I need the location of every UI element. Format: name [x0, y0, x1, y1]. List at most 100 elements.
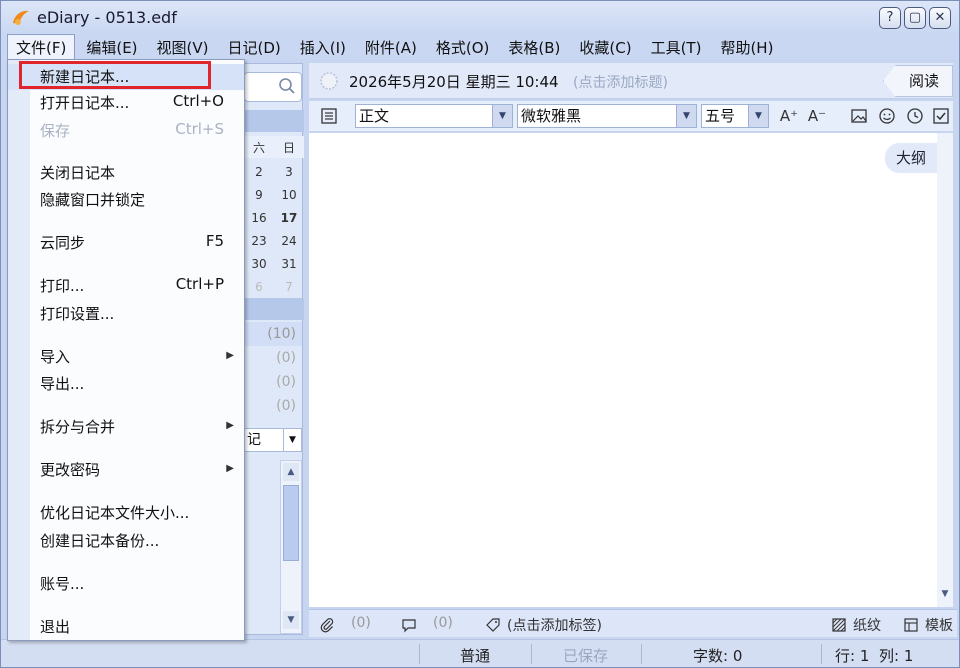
paragraph-style-value: 正文: [359, 107, 390, 125]
paragraph-style-select[interactable]: 正文 ▼: [355, 104, 513, 128]
editor-scrollbar[interactable]: [937, 133, 953, 607]
menu-tools[interactable]: 工具(T): [643, 35, 710, 60]
menu-item-hide-lock[interactable]: 隐藏窗口并锁定: [8, 187, 244, 213]
menu-attachment[interactable]: 附件(A): [357, 35, 425, 60]
edit-mode-status: 普通: [460, 647, 491, 665]
menu-table[interactable]: 表格(B): [500, 35, 568, 60]
menu-item-label: 创建日记本备份...: [40, 532, 160, 550]
menu-item-account[interactable]: 账号...: [8, 571, 244, 597]
menu-item-print[interactable]: 打印... Ctrl+P: [8, 273, 244, 299]
calendar-day[interactable]: 30: [244, 257, 274, 271]
menu-item-label: 打开日记本...: [40, 94, 130, 112]
paragraph-list-icon[interactable]: [319, 106, 339, 126]
chevron-down-icon[interactable]: ▼: [492, 105, 512, 127]
font-increase-icon[interactable]: A⁺: [779, 106, 799, 126]
menu-item-label: 隐藏窗口并锁定: [40, 191, 146, 209]
menu-item-change-password[interactable]: 更改密码 ▶: [8, 457, 244, 483]
template-button[interactable]: 模板: [925, 615, 953, 635]
menu-item-exit[interactable]: 退出: [8, 614, 244, 640]
menu-edit[interactable]: 编辑(E): [78, 35, 145, 60]
calendar-day[interactable]: 2: [244, 165, 274, 179]
chevron-down-icon[interactable]: ▼: [283, 429, 301, 451]
weekday-sat: 六: [252, 141, 265, 155]
scroll-down-icon[interactable]: ▼: [283, 611, 299, 629]
tag-icon[interactable]: [485, 617, 501, 633]
chevron-down-icon[interactable]: ▼: [676, 105, 696, 127]
menu-item-create-backup[interactable]: 创建日记本备份...: [8, 528, 244, 554]
menu-item-label: 账号...: [40, 575, 85, 593]
entry-footer: (0) (0) (点击添加标签) 纸纹 模板: [309, 609, 957, 637]
scroll-down-icon[interactable]: ▼: [939, 589, 951, 605]
menu-diary[interactable]: 日记(D): [220, 35, 289, 60]
list-item-count[interactable]: (10): [244, 322, 302, 346]
font-family-select[interactable]: 微软雅黑 ▼: [517, 104, 697, 128]
calendar-day-next-month[interactable]: 6: [244, 280, 274, 294]
calendar-day-today[interactable]: 17: [274, 211, 304, 225]
scroll-up-icon[interactable]: ▲: [283, 463, 299, 481]
diary-editor[interactable]: [309, 133, 937, 607]
menu-item-shortcut: Ctrl+O: [172, 92, 224, 110]
weekday-sun: 日: [282, 141, 295, 155]
font-size-select[interactable]: 五号 ▼: [701, 104, 769, 128]
menu-item-save[interactable]: 保存 Ctrl+S: [8, 118, 244, 144]
column-status: 列: 1: [879, 647, 914, 665]
title-bar: eDiary - 0513.edf ? ▢ ✕: [1, 1, 959, 35]
menu-item-cloud-sync[interactable]: 云同步 F5: [8, 230, 244, 256]
paper-texture-button[interactable]: 纸纹: [853, 615, 881, 635]
diary-select[interactable]: 记 ▼: [244, 428, 302, 452]
left-scrollbar[interactable]: ▲ ▼: [280, 460, 302, 634]
calendar-day[interactable]: 10: [274, 188, 304, 202]
help-button[interactable]: ?: [879, 7, 901, 29]
list-item-count[interactable]: (0): [244, 394, 302, 418]
font-decrease-icon[interactable]: A⁻: [807, 106, 827, 126]
menu-format[interactable]: 格式(O): [428, 35, 498, 60]
search-icon[interactable]: [278, 77, 296, 95]
menu-item-optimize-size[interactable]: 优化日记本文件大小...: [8, 500, 244, 526]
calendar-day[interactable]: 23: [244, 234, 274, 248]
tag-placeholder[interactable]: (点击添加标签): [507, 615, 602, 635]
close-button[interactable]: ✕: [929, 7, 951, 29]
entry-title-placeholder[interactable]: (点击添加标题): [573, 72, 668, 92]
menu-insert[interactable]: 插入(I): [292, 35, 354, 60]
outline-tab-label: 大纲: [895, 149, 926, 167]
menu-item-export[interactable]: 导出...: [8, 371, 244, 397]
scrollbar-thumb[interactable]: [283, 485, 299, 561]
calendar-day[interactable]: 16: [244, 211, 274, 225]
calendar-day[interactable]: 3: [274, 165, 304, 179]
comment-icon[interactable]: [401, 617, 417, 633]
insert-image-icon[interactable]: [849, 106, 869, 126]
calendar-weekdays: 六 日: [244, 136, 304, 158]
emoji-icon[interactable]: [877, 106, 897, 126]
outline-tab[interactable]: 大纲: [885, 143, 937, 173]
menu-item-print-settings[interactable]: 打印设置...: [8, 301, 244, 327]
read-mode-tab[interactable]: 阅读: [883, 65, 953, 97]
entry-date[interactable]: 2026年5月20日 星期三 10:44: [349, 71, 559, 92]
menu-help[interactable]: 帮助(H): [712, 35, 781, 60]
diary-select-value: 记: [247, 432, 261, 448]
calendar-day[interactable]: 9: [244, 188, 274, 202]
weather-icon[interactable]: [317, 69, 341, 93]
menu-item-close-diary[interactable]: 关闭日记本: [8, 160, 244, 186]
file-menu-dropdown: 新建日记本... 打开日记本... Ctrl+O 保存 Ctrl+S 关闭日记本…: [7, 59, 245, 641]
maximize-button[interactable]: ▢: [904, 7, 926, 29]
template-icon[interactable]: [903, 617, 919, 633]
window-title: eDiary - 0513.edf: [37, 8, 177, 27]
menu-file[interactable]: 文件(F): [7, 33, 76, 61]
calendar-day[interactable]: 31: [274, 257, 304, 271]
status-divider: [419, 644, 420, 664]
list-item-count[interactable]: (0): [244, 370, 302, 394]
paper-texture-icon[interactable]: [831, 617, 847, 633]
menu-item-open-diary[interactable]: 打开日记本... Ctrl+O: [8, 90, 244, 116]
clock-icon[interactable]: [905, 106, 925, 126]
list-item-count[interactable]: (0): [244, 346, 302, 370]
menu-view[interactable]: 视图(V): [149, 35, 217, 60]
menu-favorites[interactable]: 收藏(C): [571, 35, 639, 60]
chevron-down-icon[interactable]: ▼: [748, 105, 768, 127]
submenu-arrow-icon: ▶: [226, 463, 234, 474]
paperclip-icon[interactable]: [319, 617, 335, 633]
menu-item-import[interactable]: 导入 ▶: [8, 344, 244, 370]
checkbox-icon[interactable]: [931, 106, 951, 126]
menu-item-split-merge[interactable]: 拆分与合并 ▶: [8, 414, 244, 440]
calendar-day[interactable]: 24: [274, 234, 304, 248]
calendar-day-next-month[interactable]: 7: [274, 280, 304, 294]
